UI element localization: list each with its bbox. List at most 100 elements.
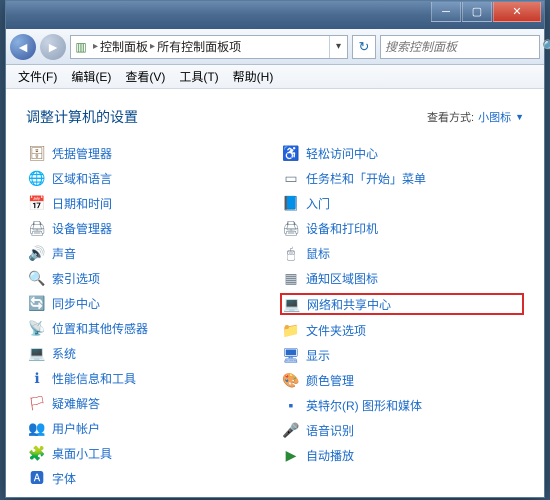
cpl-label: 字体 (52, 470, 76, 487)
cpl-icon: ▶ (282, 446, 300, 464)
cpl-item-r-8[interactable]: 🖥 显示 (280, 345, 524, 365)
right-column: ♿轻松访问中心 ▭ 任务栏和「开始」菜单 📘入门 🖨设备和打印机 🖱鼠标 ▦ 通知区域图标 💻网… (280, 143, 524, 488)
cpl-label: 索引选项 (52, 270, 100, 287)
forward-button[interactable]: ► (40, 34, 66, 60)
cpl-icon: 🅰 (28, 469, 46, 487)
menu-tools[interactable]: 工具(T) (173, 66, 224, 87)
titlebar[interactable]: ─ ▢ ✕ (6, 1, 544, 29)
cpl-item-r-1[interactable]: ▭ 任务栏和「开始」菜单 (280, 168, 524, 188)
cpl-label: 疑难解答 (52, 395, 100, 412)
cpl-icon: 🎤 (282, 421, 300, 439)
refresh-button[interactable]: ↻ (352, 35, 376, 59)
cpl-icon: ▪ (282, 396, 300, 414)
cpl-icon: 📅 (28, 194, 46, 212)
back-button[interactable]: ◄ (10, 34, 36, 60)
cpl-icon: ▭ (282, 169, 300, 187)
cpl-icon: 💻 (283, 295, 301, 313)
cpl-label: 声音 (52, 245, 76, 262)
control-panel-window: ─ ▢ ✕ ◄ ► ▥ ▸ 控制面板 ▸ 所有控制面板项 ▾ ↻ 🔍 文件(F)… (5, 0, 545, 498)
cpl-item-l-8[interactable]: 💻系统 (26, 343, 270, 363)
cpl-item-r-7[interactable]: 📁 文件夹选项 (280, 320, 524, 340)
cpl-icon: ▦ (282, 269, 300, 287)
cpl-icon: 🌐 (28, 169, 46, 187)
cpl-label: 区域和语言 (52, 170, 112, 187)
breadcrumb-dropdown-icon[interactable]: ▾ (329, 36, 347, 58)
cpl-icon: 📁 (282, 321, 300, 339)
cpl-icon: 📡 (28, 319, 46, 337)
cpl-label: 鼠标 (306, 245, 330, 262)
left-column: 🗄 凭据管理器 🌐 区域和语言 📅 日期和时间 🖨 设备管理器 🔊声音 🔍 索引选项 🔄 同步中心 📡 位置… (26, 143, 270, 488)
cpl-item-r-9[interactable]: 🎨 颜色管理 (280, 370, 524, 390)
cpl-item-r-5[interactable]: ▦ 通知区域图标 (280, 268, 524, 288)
cpl-item-l-2[interactable]: 📅 日期和时间 (26, 193, 270, 213)
cpl-icon: ℹ (28, 369, 46, 387)
cpl-icon: 🔄 (28, 294, 46, 312)
cpl-icon: 💻 (28, 344, 46, 362)
cpl-label: 英特尔(R) 图形和媒体 (306, 397, 422, 414)
cpl-item-l-13[interactable]: 🅰 字体 (26, 468, 270, 488)
cpl-label: 任务栏和「开始」菜单 (306, 170, 426, 187)
cpl-item-l-4[interactable]: 🔊声音 (26, 243, 270, 263)
search-box[interactable]: 🔍 (380, 35, 540, 59)
cpl-item-r-3[interactable]: 🖨设备和打印机 (280, 218, 524, 238)
cpl-icon: 🔍 (28, 269, 46, 287)
minimize-button[interactable]: ─ (431, 2, 461, 22)
cpl-icon: 🗄 (28, 144, 46, 162)
cpl-label: 凭据管理器 (52, 145, 112, 162)
cpl-item-l-5[interactable]: 🔍 索引选项 (26, 268, 270, 288)
cpl-item-r-2[interactable]: 📘入门 (280, 193, 524, 213)
cpl-icon: 🖨 (28, 219, 46, 237)
menu-help[interactable]: 帮助(H) (227, 66, 280, 87)
cpl-label: 设备和打印机 (306, 220, 378, 237)
cpl-label: 日期和时间 (52, 195, 112, 212)
breadcrumb-root[interactable]: 控制面板 (100, 38, 148, 55)
view-by-label: 查看方式: (427, 109, 474, 125)
search-icon[interactable]: 🔍 (542, 39, 550, 55)
menubar: 文件(F) 编辑(E) 查看(V) 工具(T) 帮助(H) (6, 65, 544, 89)
cpl-label: 显示 (306, 347, 330, 364)
cpl-item-l-10[interactable]: 🏳 疑难解答 (26, 393, 270, 413)
cpl-icon: 🏳 (28, 394, 46, 412)
cpl-item-r-0[interactable]: ♿轻松访问中心 (280, 143, 524, 163)
maximize-button[interactable]: ▢ (462, 2, 492, 22)
cpl-item-l-3[interactable]: 🖨 设备管理器 (26, 218, 270, 238)
cpl-label: 通知区域图标 (306, 270, 378, 287)
cpl-label: 入门 (306, 195, 330, 212)
cpl-label: 同步中心 (52, 295, 100, 312)
chevron-down-icon[interactable]: ▼ (515, 112, 524, 122)
cpl-item-r-10[interactable]: ▪ 英特尔(R) 图形和媒体 (280, 395, 524, 415)
view-by-value[interactable]: 小图标 (478, 109, 511, 125)
close-button[interactable]: ✕ (493, 2, 541, 22)
cpl-item-l-7[interactable]: 📡 位置和其他传感器 (26, 318, 270, 338)
chevron-right-icon: ▸ (148, 41, 157, 52)
cpl-label: 设备管理器 (52, 220, 112, 237)
cpl-label: 位置和其他传感器 (52, 320, 148, 337)
cpl-item-l-9[interactable]: ℹ性能信息和工具 (26, 368, 270, 388)
menu-view[interactable]: 查看(V) (119, 66, 171, 87)
search-input[interactable] (385, 40, 542, 54)
cpl-icon: 🖥 (282, 346, 300, 364)
cpl-item-l-0[interactable]: 🗄 凭据管理器 (26, 143, 270, 163)
menu-edit[interactable]: 编辑(E) (65, 66, 117, 87)
cpl-icon: ♿ (282, 144, 300, 162)
cpl-item-l-1[interactable]: 🌐 区域和语言 (26, 168, 270, 188)
cpl-label: 文件夹选项 (306, 322, 366, 339)
cpl-item-r-4[interactable]: 🖱鼠标 (280, 243, 524, 263)
cpl-icon: 🎨 (282, 371, 300, 389)
cpl-item-r-11[interactable]: 🎤语音识别 (280, 420, 524, 440)
cpl-item-l-11[interactable]: 👥用户帐户 (26, 418, 270, 438)
cpl-label: 颜色管理 (306, 372, 354, 389)
heading-row: 调整计算机的设置 查看方式: 小图标 ▼ (26, 107, 524, 127)
cpl-item-r-12[interactable]: ▶自动播放 (280, 445, 524, 465)
page-title: 调整计算机的设置 (26, 107, 138, 127)
cpl-item-l-6[interactable]: 🔄 同步中心 (26, 293, 270, 313)
menu-file[interactable]: 文件(F) (12, 66, 63, 87)
view-by[interactable]: 查看方式: 小图标 ▼ (427, 109, 524, 125)
breadcrumb[interactable]: ▥ ▸ 控制面板 ▸ 所有控制面板项 ▾ (70, 35, 348, 59)
cpl-item-l-12[interactable]: 🧩桌面小工具 (26, 443, 270, 463)
cpl-item-r-6[interactable]: 💻网络和共享中心 (280, 293, 524, 315)
window-controls: ─ ▢ ✕ (431, 2, 541, 22)
cpl-label: 用户帐户 (52, 420, 100, 437)
breadcrumb-current[interactable]: 所有控制面板项 (157, 38, 241, 55)
navbar: ◄ ► ▥ ▸ 控制面板 ▸ 所有控制面板项 ▾ ↻ 🔍 (6, 29, 544, 65)
